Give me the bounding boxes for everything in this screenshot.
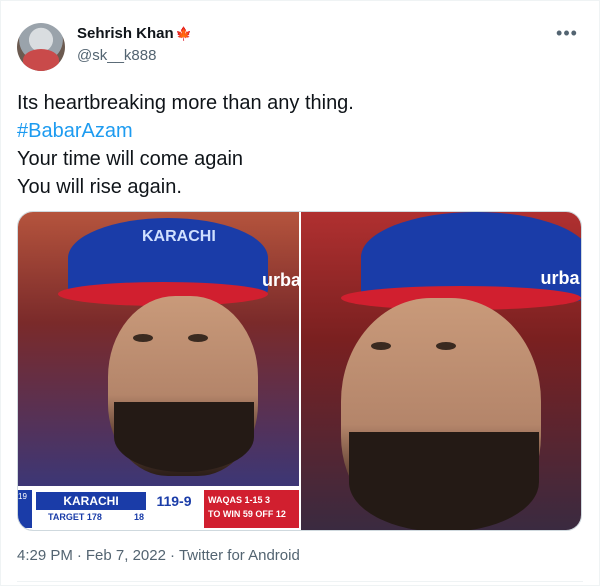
- avatar-scarf: [23, 49, 59, 71]
- author-name-row[interactable]: Sehrish Khan 🍁: [77, 25, 192, 42]
- cap-brand-text: urba: [262, 270, 299, 290]
- eye-shape: [133, 334, 153, 342]
- scoreboard: 19 KARACHI 119-9 TARGET 178 18 WAQAS 1-1…: [18, 486, 299, 530]
- photo-right[interactable]: urba: [300, 212, 581, 530]
- beard-shape: [114, 402, 254, 472]
- tweet-line-4: You will rise again.: [17, 176, 182, 198]
- tweet-source[interactable]: Twitter for Android: [179, 547, 300, 564]
- scoreboard-team: KARACHI: [36, 492, 146, 510]
- meta-separator: ·: [169, 547, 175, 564]
- author-handle[interactable]: @sk__k888: [77, 47, 156, 64]
- hashtag-link[interactable]: #BabarAzam: [17, 117, 354, 145]
- author-name[interactable]: Sehrish Khan: [77, 25, 174, 42]
- tweet-date[interactable]: Feb 7, 2022: [86, 547, 166, 564]
- photo-left[interactable]: KARACHI urba 19 KARACHI 119-9 TARGET 178…: [18, 212, 299, 530]
- scoreboard-info: WAQAS 1-15 3 TO WIN 59 OFF 12: [204, 490, 299, 528]
- tweet-time[interactable]: 4:29 PM: [17, 547, 73, 564]
- scoreboard-target-label: TARGET 178: [48, 512, 102, 522]
- eye-shape: [435, 342, 456, 350]
- meta-separator: ·: [76, 547, 82, 564]
- scoreboard-edge: 19: [18, 490, 32, 528]
- tweet-line-1: Its heartbreaking more than any thing.: [17, 92, 354, 114]
- cap-brand-text: urba: [540, 268, 580, 288]
- media-grid: KARACHI urba 19 KARACHI 119-9 TARGET 178…: [17, 211, 582, 531]
- maple-leaf-icon: 🍁: [175, 26, 192, 41]
- tweet-card: Sehrish Khan 🍁 @sk__k888 ••• Its heartbr…: [0, 0, 600, 586]
- avatar[interactable]: [17, 23, 65, 71]
- eye-shape: [188, 334, 208, 342]
- scoreboard-info-line-1: WAQAS 1-15 3: [208, 495, 271, 505]
- scoreboard-target-value: 18: [134, 512, 145, 522]
- tweet-line-3: Your time will come again: [17, 148, 244, 170]
- eye-shape: [370, 342, 391, 350]
- scoreboard-info-line-2: TO WIN 59 OFF 12: [208, 509, 286, 519]
- more-horizontal-icon[interactable]: •••: [553, 23, 581, 43]
- tweet-text: Its heartbreaking more than any thing. #…: [17, 89, 354, 201]
- scoreboard-score: 119-9: [146, 492, 202, 510]
- beard-shape: [348, 432, 539, 530]
- divider: [17, 581, 583, 582]
- cap-text: KARACHI: [142, 228, 216, 245]
- tweet-meta: 4:29 PM · Feb 7, 2022 · Twitter for Android: [17, 547, 300, 564]
